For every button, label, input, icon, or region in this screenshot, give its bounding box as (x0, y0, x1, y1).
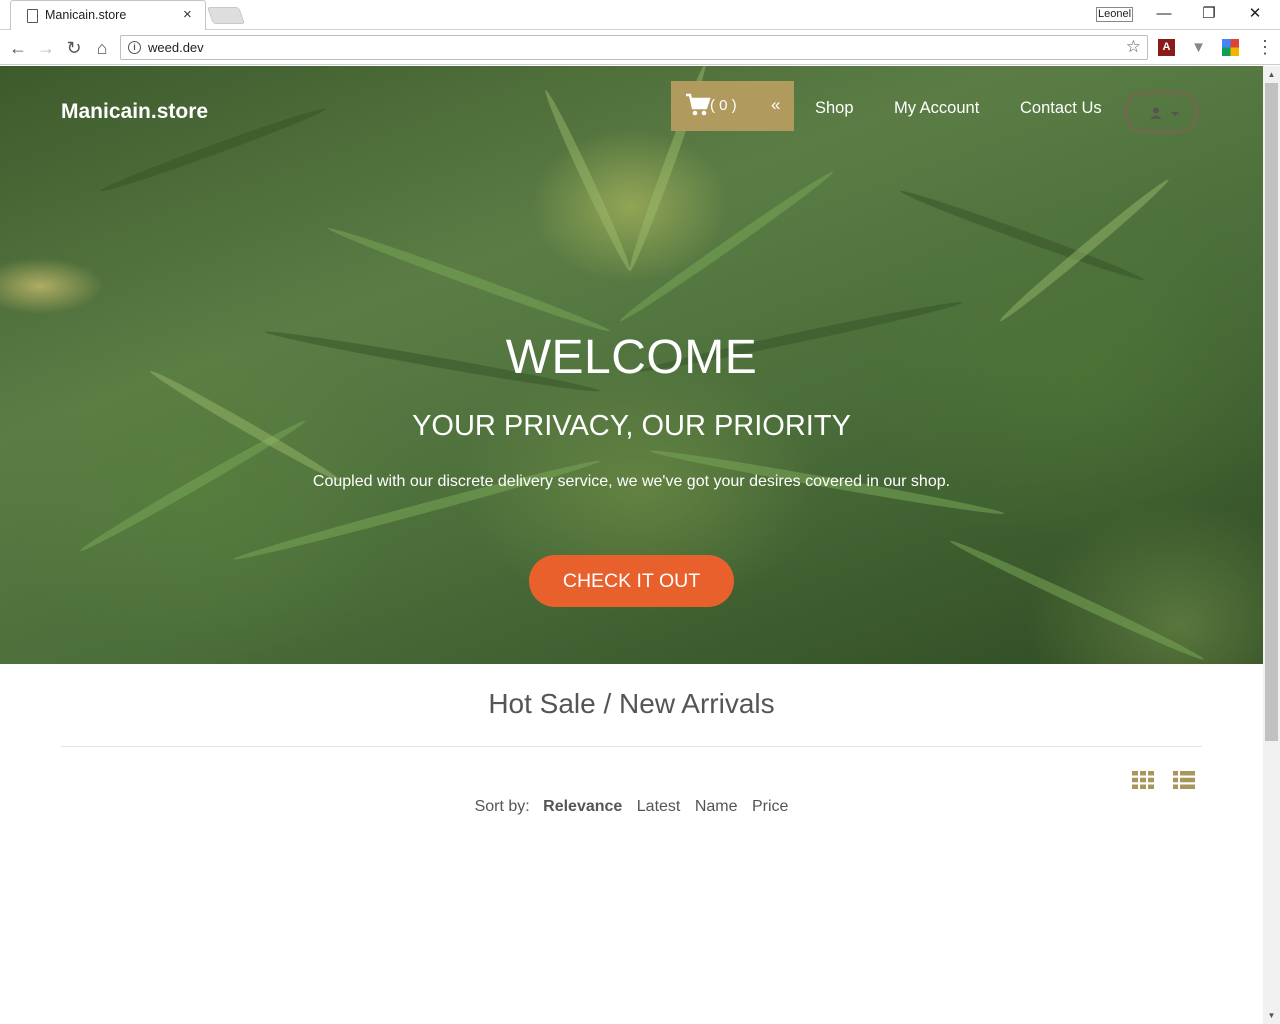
nav-shop[interactable]: Shop (815, 99, 854, 118)
hero-subtitle: YOUR PRIVACY, OUR PRIORITY (412, 410, 851, 442)
cart-count: ( 0 ) (710, 97, 737, 114)
section-title: Hot Sale / New Arrivals (488, 688, 775, 719)
page-icon (27, 9, 38, 23)
sort-bar: Sort by: Relevance Latest Name Price (0, 798, 1263, 816)
bookmark-star-icon[interactable]: ☆ (1126, 37, 1141, 57)
page-viewport: Manicain.store ( 0 ) « Shop My Account C… (0, 66, 1263, 1024)
google-extension-icon[interactable] (1222, 39, 1239, 56)
address-bar[interactable]: i weed.dev ☆ (120, 35, 1148, 60)
new-tab-button[interactable] (206, 7, 246, 24)
cart-icon (686, 93, 711, 116)
cart-collapse-icon[interactable]: « (771, 95, 780, 115)
tab-close-icon[interactable]: × (183, 6, 192, 23)
user-icon (1150, 107, 1162, 119)
grid-view-icon[interactable] (1132, 771, 1154, 789)
browser-toolbar: ← → ↻ ⌂ i weed.dev ☆ A ▼ ⋮ (0, 31, 1280, 65)
sort-latest[interactable]: Latest (637, 798, 681, 815)
check-it-out-button[interactable]: CHECK IT OUT (529, 555, 734, 607)
browser-tabstrip: Manicain.store × Leonel — ❐ ✕ (0, 0, 1280, 30)
reload-icon[interactable]: ↻ (62, 36, 86, 60)
scroll-up-arrow[interactable]: ▲ (1263, 66, 1280, 83)
minimize-button[interactable]: — (1144, 3, 1184, 25)
sort-name[interactable]: Name (695, 798, 738, 815)
cart-button[interactable]: ( 0 ) « (671, 81, 794, 131)
restore-button[interactable]: ❐ (1189, 3, 1229, 25)
sort-label: Sort by: (474, 798, 530, 815)
browser-profile-button[interactable]: Leonel (1096, 7, 1134, 22)
page-scrollbar[interactable]: ▲ ▼ (1263, 66, 1280, 1024)
pdf-extension-icon[interactable]: A (1158, 39, 1175, 56)
site-logo[interactable]: Manicain.store (61, 100, 208, 124)
tab-title: Manicain.store (45, 8, 127, 22)
user-menu-button[interactable] (1123, 91, 1199, 133)
browser-menu-icon[interactable]: ⋮ (1256, 37, 1274, 57)
scroll-down-arrow[interactable]: ▼ (1263, 1007, 1280, 1024)
vpn-extension-icon[interactable]: ▼ (1190, 39, 1207, 56)
caret-down-icon (1171, 112, 1179, 116)
scroll-thumb[interactable] (1265, 83, 1278, 741)
nav-my-account[interactable]: My Account (894, 99, 979, 118)
hero-title: WELCOME (505, 331, 758, 384)
site-info-icon[interactable]: i (128, 41, 141, 54)
nav-contact-us[interactable]: Contact Us (1020, 99, 1102, 118)
hero-banner: Manicain.store ( 0 ) « Shop My Account C… (0, 66, 1263, 664)
close-window-button[interactable]: ✕ (1235, 3, 1275, 25)
url-text[interactable]: weed.dev (148, 40, 204, 55)
hero-description: Coupled with our discrete delivery servi… (312, 473, 951, 490)
back-icon[interactable]: ← (6, 36, 30, 60)
home-icon[interactable]: ⌂ (90, 36, 114, 60)
sort-price[interactable]: Price (752, 798, 788, 815)
section-divider (61, 746, 1202, 747)
sort-relevance[interactable]: Relevance (543, 798, 622, 815)
browser-tab-active[interactable]: Manicain.store × (10, 0, 206, 30)
list-view-icon[interactable] (1173, 771, 1195, 789)
forward-icon[interactable]: → (34, 36, 58, 60)
